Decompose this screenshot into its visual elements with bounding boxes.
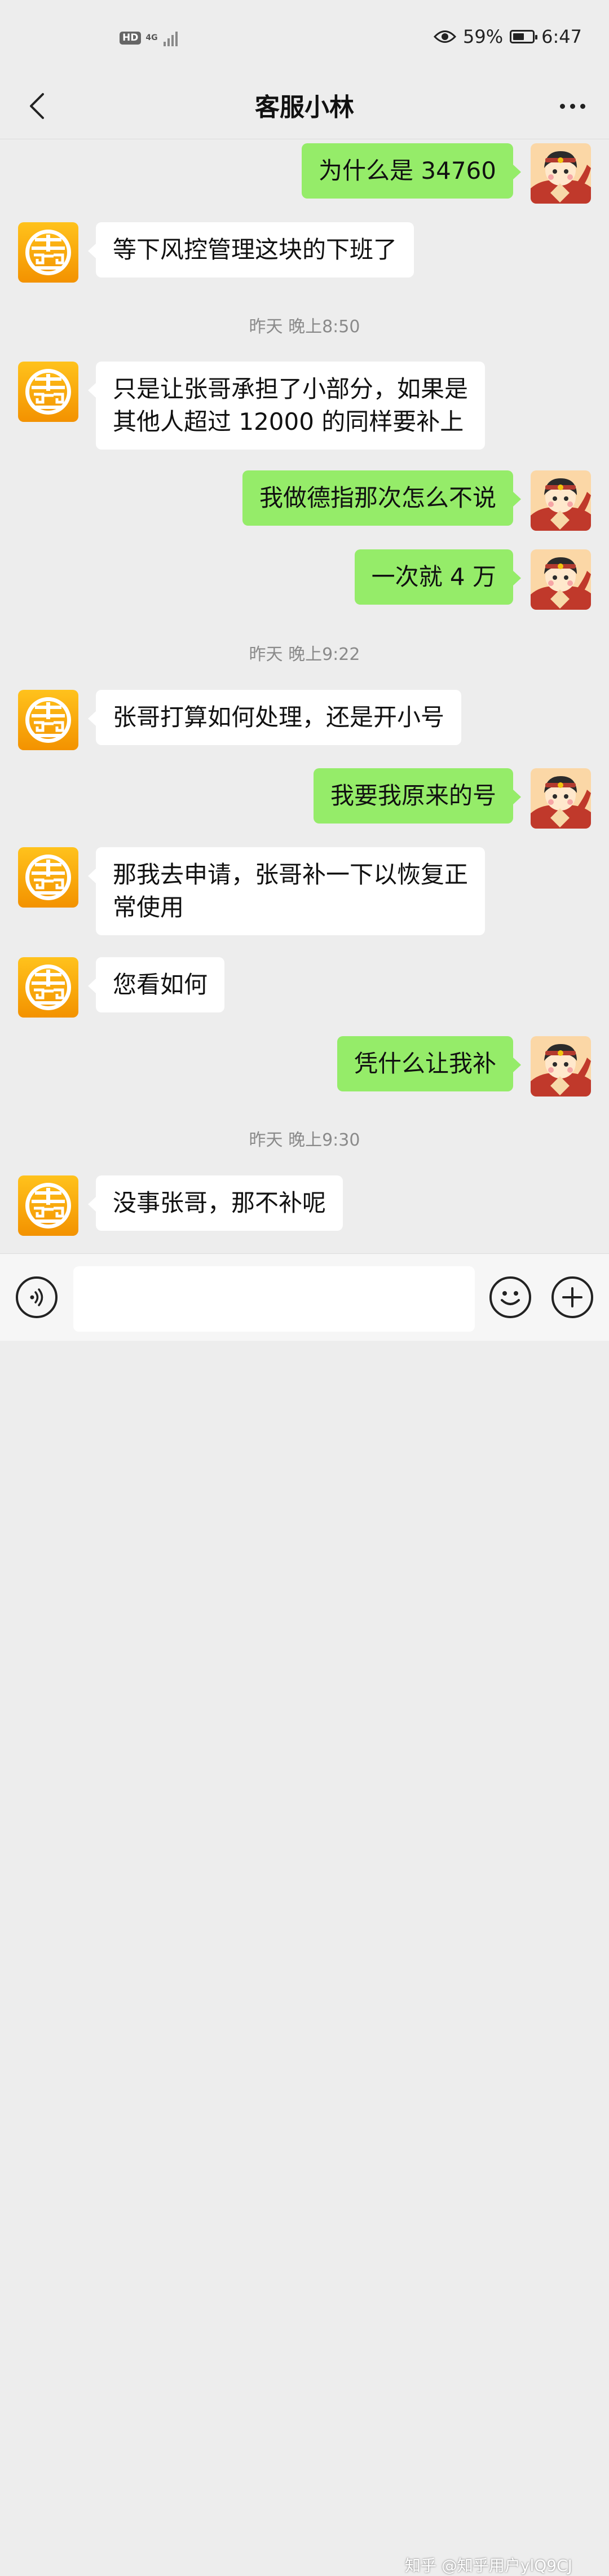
outgoing-message[interactable]: 为什么是 34760 xyxy=(302,143,521,199)
user-avatar[interactable] xyxy=(531,549,591,610)
incoming-message[interactable]: 您看如何 xyxy=(87,957,225,1012)
hd-badge: HD xyxy=(120,31,142,45)
status-bar: HD 4G 59% 6:47 xyxy=(0,0,609,73)
user-avatar[interactable] xyxy=(531,470,591,531)
incoming-message[interactable]: 等下风控管理这块的下班了 xyxy=(87,222,414,278)
timestamp: 昨天 晚上8:50 xyxy=(249,317,360,337)
agent-avatar[interactable] xyxy=(18,1175,78,1236)
network-type: 4G xyxy=(145,33,158,42)
message-line: 常使用 xyxy=(113,893,184,921)
message-line: 那我去申请，张哥补一下以恢复正 xyxy=(113,861,469,888)
chat-header: 客服小林 xyxy=(0,73,609,139)
timestamp: 昨天 晚上9:22 xyxy=(249,645,360,664)
outgoing-message[interactable]: 一次就 4 万 xyxy=(354,549,522,605)
message-input[interactable] xyxy=(73,1266,475,1332)
voice-button[interactable] xyxy=(16,1276,58,1318)
battery-fill xyxy=(513,33,524,40)
status-right: 59% 6:47 xyxy=(434,26,582,47)
more-dots-icon xyxy=(559,103,565,109)
input-bar: 知乎 @知乎用户ylQ9CJ xyxy=(0,1253,609,2575)
agent-avatar[interactable] xyxy=(18,690,78,750)
eye-icon xyxy=(434,30,457,43)
status-left: HD 4G xyxy=(120,29,178,46)
user-avatar[interactable] xyxy=(531,1036,591,1097)
emoji-button[interactable] xyxy=(489,1276,531,1318)
incoming-message[interactable]: 没事张哥，那不补呢 xyxy=(87,1175,343,1231)
outgoing-message[interactable]: 我要我原来的号 xyxy=(313,768,522,824)
outgoing-message[interactable]: 凭什么让我补 xyxy=(337,1036,522,1091)
agent-avatar[interactable] xyxy=(18,222,78,283)
agent-avatar[interactable] xyxy=(18,847,78,908)
battery-icon xyxy=(510,30,538,43)
battery-percent: 59% xyxy=(463,26,504,47)
voice-icon xyxy=(30,1288,43,1306)
plus-button[interactable] xyxy=(551,1276,593,1318)
more-button[interactable] xyxy=(553,85,592,127)
incoming-message[interactable]: 只是让张哥承担了小部分，如果是 其他人超过 12000 的同样要补上 xyxy=(87,362,486,450)
plus-icon xyxy=(562,1287,582,1307)
signal-icon xyxy=(163,29,178,46)
message-line: 其他人超过 12000 的同样要补上 xyxy=(113,408,464,435)
outgoing-message[interactable]: 我做德指那次怎么不说 xyxy=(242,470,522,526)
incoming-message[interactable]: 张哥打算如何处理，还是开小号 xyxy=(87,690,462,745)
watermark: 知乎 @知乎用户ylQ9CJ xyxy=(405,2556,572,2575)
emoji-icon xyxy=(501,1291,520,1305)
agent-avatar[interactable] xyxy=(18,957,78,1018)
message-line: 只是让张哥承担了小部分，如果是 xyxy=(113,375,469,403)
timestamp: 昨天 晚上9:30 xyxy=(249,1130,360,1150)
chat-title: 客服小林 xyxy=(255,93,354,122)
clock: 6:47 xyxy=(541,26,582,47)
incoming-message[interactable]: 那我去申请，张哥补一下以恢复正 常使用 xyxy=(87,847,486,935)
user-avatar[interactable] xyxy=(531,768,591,829)
user-avatar[interactable] xyxy=(531,143,591,204)
agent-avatar[interactable] xyxy=(18,362,78,422)
